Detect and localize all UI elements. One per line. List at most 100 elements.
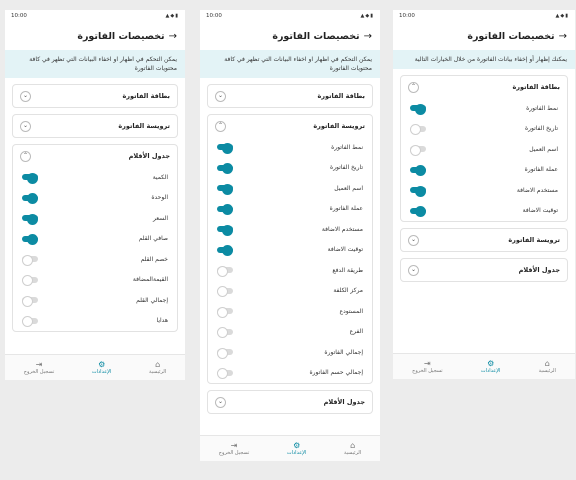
setting-row: إجمالي القلم xyxy=(13,290,177,311)
setting-label: توقيت الاضافة xyxy=(327,246,363,254)
nav-label: تسجيل الخروج xyxy=(412,368,443,374)
section-title: جدول الأقلام xyxy=(128,152,170,160)
nav-item[interactable]: ⚙ الإعدادات xyxy=(92,360,112,375)
section-title: ترويسة الفاتورة xyxy=(118,122,170,130)
section-header[interactable]: ترويسة الفاتورة ⌄ xyxy=(401,229,567,251)
chevron-down-icon[interactable]: ⌄ xyxy=(408,264,419,276)
setting-label: الوحدة xyxy=(151,194,168,202)
section-card: جدول الأقلام ⌄ xyxy=(207,390,373,414)
nav-label: الإعدادات xyxy=(286,450,307,456)
section-header[interactable]: جدول الأقلام ⌄ xyxy=(208,391,372,413)
screen-2: 10:00 ▲◆▮ → تخصيصات الفاتورة يمكن التحكم في … xyxy=(200,10,380,461)
logout-icon: ⇥ xyxy=(35,360,43,369)
nav-item[interactable]: ⌂ الرئيسية xyxy=(344,441,361,456)
back-arrow-icon[interactable]: → xyxy=(169,31,177,42)
gear-icon: ⚙ xyxy=(487,359,495,368)
nav-item[interactable]: ⇥ تسجيل الخروج xyxy=(412,359,443,374)
back-arrow-icon[interactable]: → xyxy=(364,31,372,42)
section-header[interactable]: ترويسة الفاتورة ⌄ xyxy=(13,115,177,137)
setting-label: توقيت الاضافة xyxy=(522,207,558,215)
setting-label: مستخدم الاضافة xyxy=(516,186,558,194)
chevron-down-icon[interactable]: ⌄ xyxy=(408,234,419,246)
toggle-switch[interactable] xyxy=(217,306,233,318)
chevron-up-icon[interactable]: ⌃ xyxy=(215,120,226,132)
toggle-switch[interactable] xyxy=(410,185,426,197)
status-time: 10:00 xyxy=(11,13,27,19)
section-header[interactable]: ترويسة الفاتورة ⌃ xyxy=(208,115,372,137)
logout-icon: ⇥ xyxy=(424,359,431,368)
section-card: جدول الأقلام ⌃ الكمية الوحدة السعر صافي القلم… xyxy=(12,144,178,332)
section-header[interactable]: بطاقة الفاتورة ⌄ xyxy=(208,85,372,107)
toggle-switch[interactable] xyxy=(217,286,233,298)
toggle-switch[interactable] xyxy=(410,103,426,115)
nav-item[interactable]: ⇥ تسجيل الخروج xyxy=(24,360,55,375)
bottom-nav: ⌂ الرئيسية ⚙ الإعدادات ⇥ تسجيل الخروج xyxy=(200,435,380,461)
nav-label: الإعدادات xyxy=(480,368,501,374)
section-card: ترويسة الفاتورة ⌄ xyxy=(400,228,568,252)
section-title: جدول الأقلام xyxy=(323,398,365,406)
back-arrow-icon[interactable]: → xyxy=(559,31,567,42)
setting-label: اسم العميل xyxy=(334,184,363,192)
setting-row: إجمالي حسم الفاتورة xyxy=(208,363,372,384)
section-header[interactable]: بطاقة الفاتورة ⌃ xyxy=(401,76,567,98)
section-card: بطاقة الفاتورة ⌄ xyxy=(207,84,373,108)
chevron-down-icon[interactable]: ⌄ xyxy=(20,120,31,132)
nav-label: الرئيسية xyxy=(538,368,556,374)
toggle-switch[interactable] xyxy=(22,213,38,225)
toggle-switch[interactable] xyxy=(22,254,38,266)
toggle-switch[interactable] xyxy=(410,144,426,156)
setting-row: هدايا xyxy=(13,311,177,332)
toggle-switch[interactable] xyxy=(410,165,426,177)
section-card: ترويسة الفاتورة ⌃ نمط الفاتورة تاريخ الفاتو… xyxy=(207,114,373,384)
nav-item[interactable]: ⚙ الإعدادات xyxy=(481,359,501,374)
setting-label: المستودع xyxy=(339,307,363,315)
setting-row: عملة الفاتورة xyxy=(401,160,567,181)
chevron-down-icon[interactable]: ⌄ xyxy=(20,90,31,102)
toggle-switch[interactable] xyxy=(217,245,233,257)
nav-item[interactable]: ⚙ الإعدادات xyxy=(287,441,307,456)
toggle-switch[interactable] xyxy=(22,316,38,328)
toggle-switch[interactable] xyxy=(22,275,38,287)
chevron-down-icon[interactable]: ⌄ xyxy=(215,90,226,102)
toggle-switch[interactable] xyxy=(410,206,426,218)
toggle-switch[interactable] xyxy=(217,204,233,216)
chevron-up-icon[interactable]: ⌃ xyxy=(408,81,419,93)
toggle-switch[interactable] xyxy=(22,234,38,246)
setting-row: الوحدة xyxy=(13,188,177,209)
toggle-switch[interactable] xyxy=(22,295,38,307)
section-header[interactable]: جدول الأقلام ⌄ xyxy=(401,259,567,281)
setting-label: هدايا xyxy=(156,317,168,325)
toggle-switch[interactable] xyxy=(217,183,233,195)
nav-item[interactable]: ⌂ الرئيسية xyxy=(149,360,166,375)
toggle-switch[interactable] xyxy=(217,163,233,175)
setting-row: الفرع xyxy=(208,322,372,343)
section-header[interactable]: بطاقة الفاتورة ⌄ xyxy=(13,85,177,107)
notice-banner: يمكن التحكم في اظهار او اخفاء البيانات ا… xyxy=(5,50,185,78)
toggle-switch[interactable] xyxy=(217,368,233,380)
page-title: تخصيصات الفاتورة xyxy=(77,30,165,42)
toggle-switch[interactable] xyxy=(217,347,233,359)
logout-icon: ⇥ xyxy=(230,441,238,450)
nav-item[interactable]: ⇥ تسجيل الخروج xyxy=(219,441,250,456)
gear-icon: ⚙ xyxy=(293,441,301,450)
toggle-switch[interactable] xyxy=(217,327,233,339)
section-header[interactable]: جدول الأقلام ⌃ xyxy=(13,145,177,167)
chevron-down-icon[interactable]: ⌄ xyxy=(215,396,226,408)
toggle-switch[interactable] xyxy=(410,124,426,136)
page-title: تخصيصات الفاتورة xyxy=(272,30,360,42)
nav-item[interactable]: ⌂ الرئيسية xyxy=(539,359,556,374)
toggle-switch[interactable] xyxy=(22,193,38,205)
setting-row: المستودع xyxy=(208,301,372,322)
setting-row: الكمية xyxy=(13,167,177,188)
top-bar: → تخصيصات الفاتورة xyxy=(5,22,185,50)
setting-row: تاريخ الفاتورة xyxy=(208,158,372,179)
setting-label: إجمالي الفاتورة xyxy=(324,348,363,356)
chevron-up-icon[interactable]: ⌃ xyxy=(20,150,31,162)
toggle-switch[interactable] xyxy=(217,224,233,236)
setting-row: خصم القلم xyxy=(13,249,177,270)
toggle-switch[interactable] xyxy=(217,265,233,277)
nav-label: الإعدادات xyxy=(91,369,112,375)
setting-row: مستخدم الاضافة xyxy=(401,180,567,201)
toggle-switch[interactable] xyxy=(217,142,233,154)
toggle-switch[interactable] xyxy=(22,172,38,184)
